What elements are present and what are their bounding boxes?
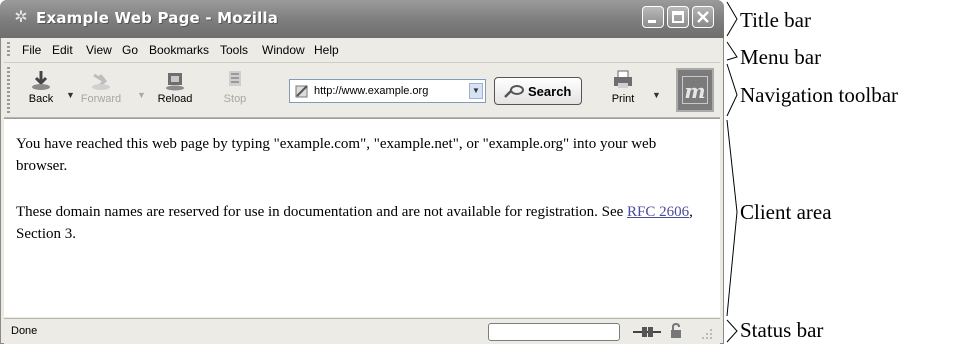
annotation-menu-bar: Menu bar	[740, 45, 822, 69]
annotation-title-bar: Title bar	[740, 8, 811, 32]
annotation-navigation-toolbar: Navigation toolbar	[740, 83, 899, 107]
annotation-status-bar: Status bar	[740, 318, 824, 342]
annotation-client-area: Client area	[740, 200, 832, 224]
